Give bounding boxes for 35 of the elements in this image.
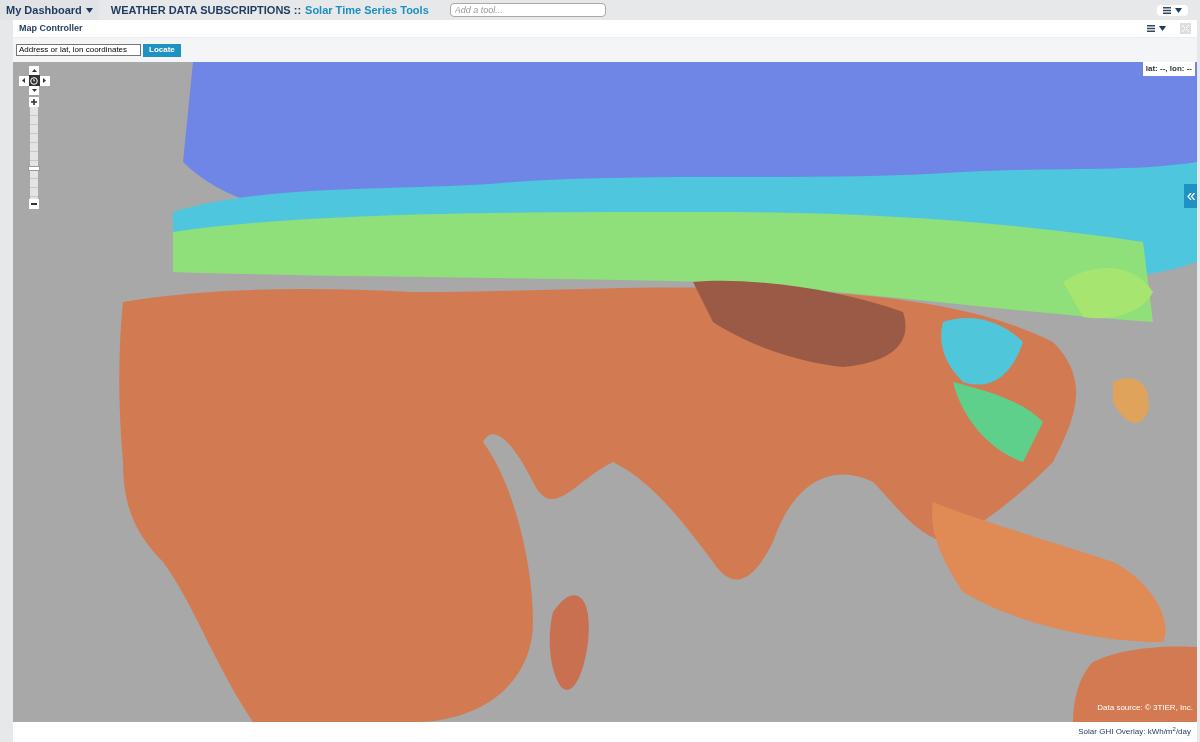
pan-left-button[interactable] [18, 75, 29, 86]
globe-icon [30, 76, 38, 85]
dashboard-menu[interactable]: My Dashboard [0, 0, 99, 20]
collapse-panel-button[interactable] [1184, 184, 1197, 208]
tool-search-field[interactable]: Add a tool... [449, 3, 606, 17]
map[interactable]: lat: --, lon: -- Data source: © 3TIER, Inc. [13, 62, 1197, 722]
expand-icon [1182, 25, 1189, 32]
panel-title: Map Controller [19, 21, 83, 35]
up-arrow-icon [31, 69, 37, 72]
coordinates-readout: lat: --, lon: -- [1145, 63, 1192, 75]
list-icon [1163, 6, 1171, 14]
caret-icon [1159, 26, 1166, 31]
pan-up-button[interactable] [29, 66, 39, 75]
breadcrumb-page: Solar Time Series Tools [305, 2, 429, 18]
plus-icon [31, 99, 37, 105]
pan-down-button[interactable] [29, 86, 39, 95]
down-arrow-icon [31, 89, 37, 92]
locate-button[interactable]: Locate [143, 43, 181, 57]
caret-icon [1175, 7, 1182, 13]
zoom-slider-thumb[interactable] [28, 165, 40, 171]
attribution-text: Data source: © 3TIER, Inc. [1097, 702, 1193, 714]
list-menu-button[interactable] [1157, 4, 1188, 16]
overlay-legend: Solar GHI Overlay: kWh/m$^{2}$/day [1078, 726, 1191, 738]
pan-right-button[interactable] [39, 75, 50, 86]
breadcrumb-section: WEATHER DATA SUBSCRIPTIONS :: [110, 1, 302, 19]
right-arrow-icon [43, 78, 46, 83]
left-arrow-icon [22, 78, 25, 83]
zoom-out-button[interactable] [29, 199, 39, 209]
caret-icon [85, 7, 93, 13]
zoom-in-button[interactable] [29, 97, 39, 107]
list-icon [1147, 25, 1155, 32]
double-chevron-icon [1186, 192, 1195, 200]
globe-button[interactable] [28, 75, 40, 86]
minus-icon [31, 203, 37, 205]
address-field[interactable]: Address or lat, lon coordinates [16, 44, 141, 56]
